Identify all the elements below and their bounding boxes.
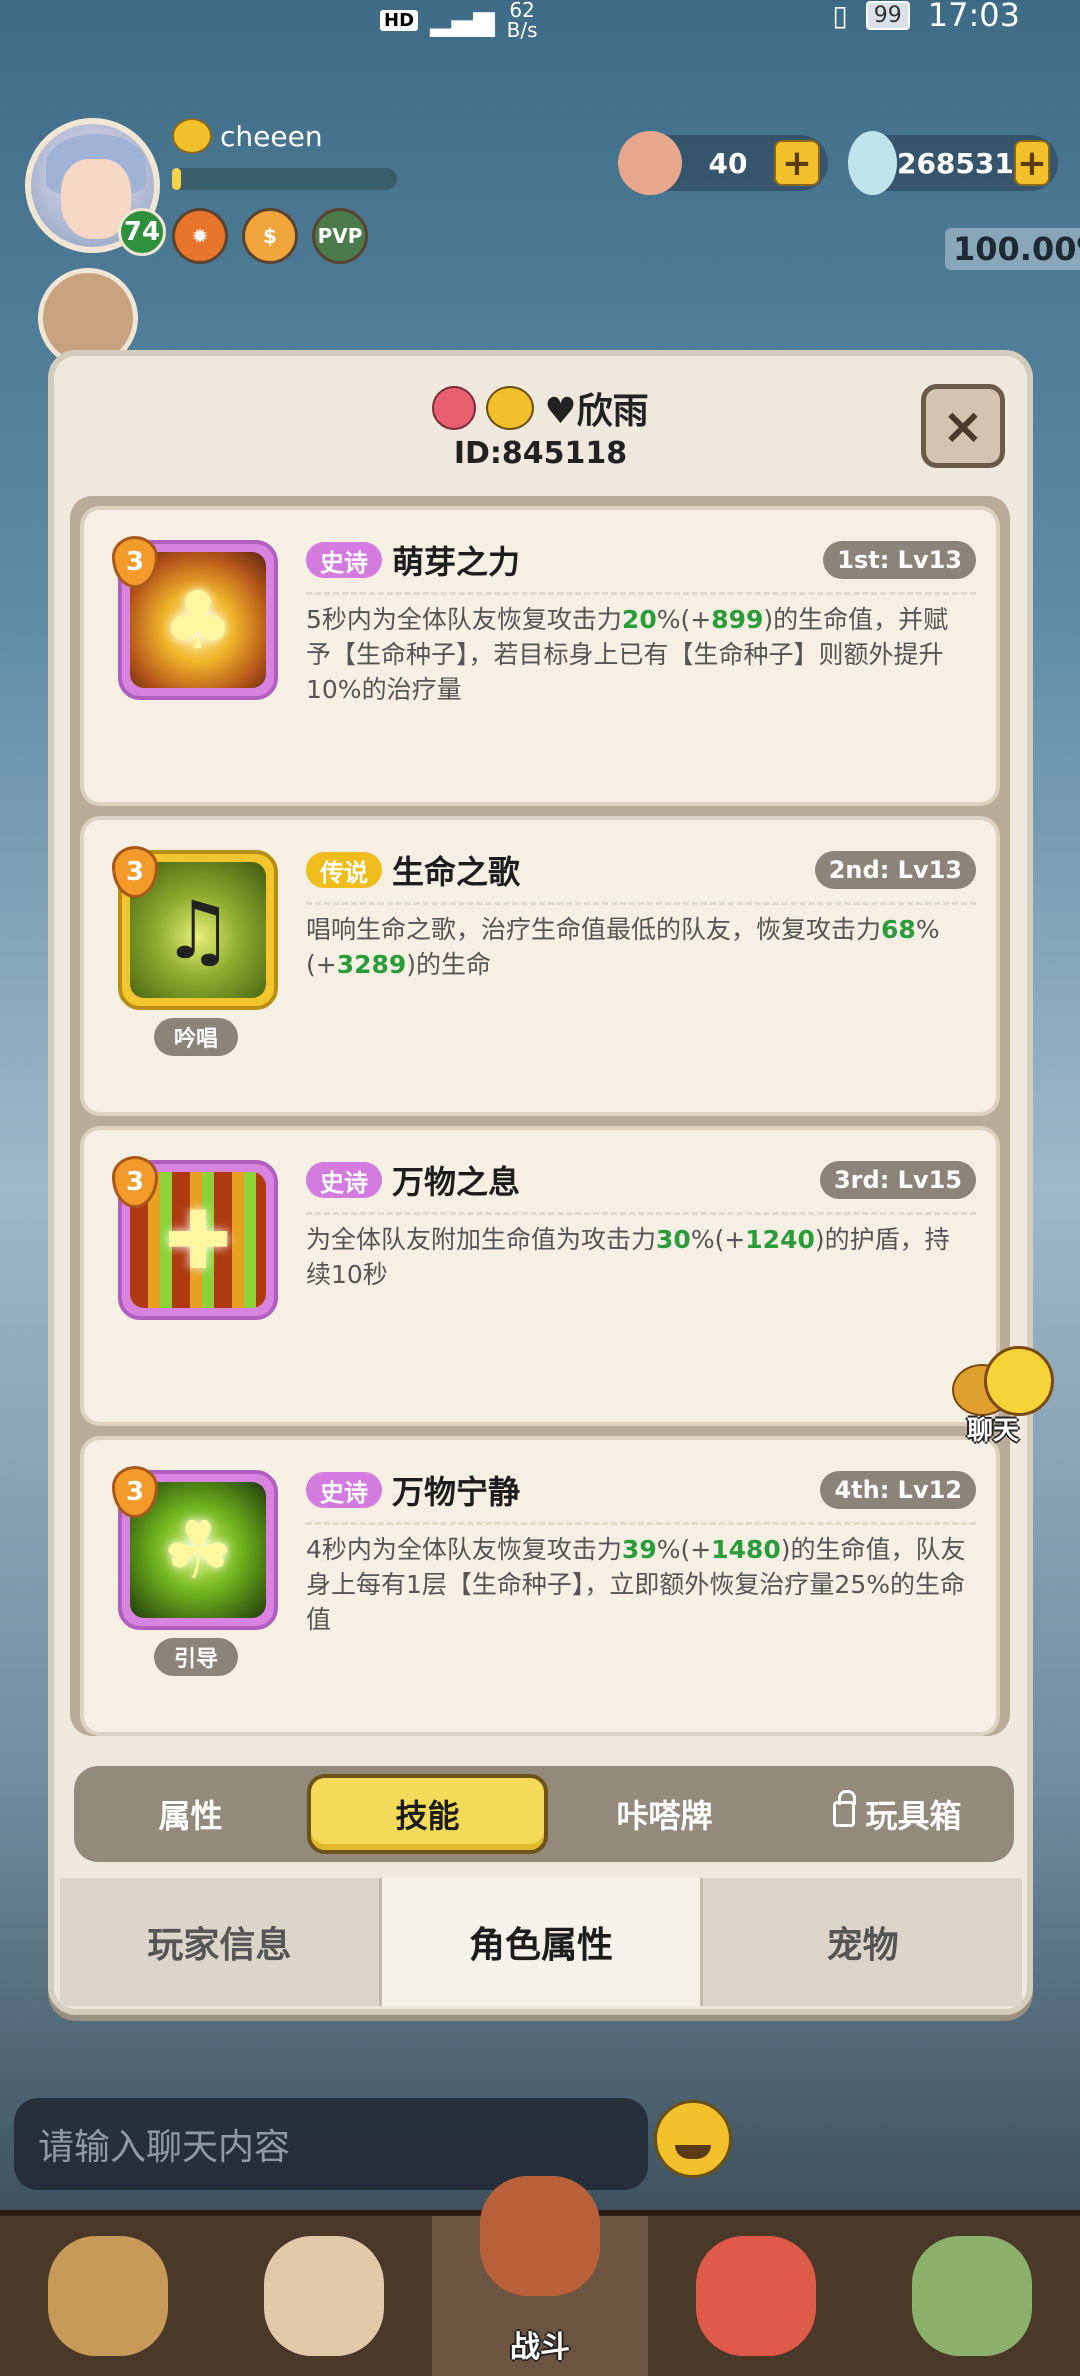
skill-card[interactable]: ♫ 3 吟唱 传说 生命之歌 2nd: Lv13 唱响生命之歌，治疗生命值最低的… [80, 816, 1000, 1116]
status-bar: HD ▂▄▆ 62 B/s ▯ 99 17:03 [0, 0, 1080, 40]
nav-item-character-2[interactable] [216, 2216, 432, 2376]
totem-icon [480, 2176, 600, 2296]
skill-name: 萌芽之力 [392, 543, 521, 581]
coin-icon[interactable]: $ [242, 208, 298, 264]
player-id: ID:845118 [453, 436, 628, 471]
nav-item-battle[interactable]: 战斗 [432, 2176, 648, 2376]
clock: 17:03 [927, 0, 1020, 34]
character-icon [912, 2236, 1032, 2356]
nav-item-character-1[interactable] [0, 2216, 216, 2376]
xp-bar-fill [172, 168, 181, 190]
skill-type-tag: 吟唱 [154, 1018, 238, 1056]
close-button[interactable]: × [921, 384, 1005, 468]
skill-icon-sprout[interactable]: ♣ 3 [112, 536, 278, 700]
profile-section-tabs: 玩家信息 角色属性 宠物 [60, 1878, 1023, 2006]
skill-type-tag: 引导 [154, 1638, 238, 1676]
skill-list[interactable]: ♣ 3 史诗 萌芽之力 1st: Lv13 5秒内为全体队友恢复攻击力20%(+… [70, 496, 1010, 1736]
player-display-name: ♥欣雨 [544, 391, 649, 432]
xp-bar [172, 168, 397, 190]
hd-badge: HD [380, 9, 419, 31]
gem-icon [848, 131, 897, 195]
skill-description: 唱响生命之歌，治疗生命值最低的队友，恢复攻击力68%(+3289)的生命 [306, 915, 940, 979]
divider [306, 902, 976, 905]
battery-indicator: 99 [865, 0, 910, 30]
tab-cards[interactable]: 咔嗒牌 [548, 1774, 781, 1854]
skill-level: 2nd: Lv13 [814, 851, 976, 889]
skill-description: 为全体队友附加生命值为攻击力30%(+1240)的护盾，持续10秒 [306, 1225, 950, 1289]
tab-toybox[interactable]: 玩具箱 [781, 1774, 1014, 1854]
skill-level: 4th: Lv12 [820, 1471, 976, 1509]
rarity-badge: 史诗 [306, 542, 382, 578]
skill-icon-song[interactable]: ♫ 3 [112, 846, 278, 1010]
divider [306, 1522, 976, 1525]
skill-name: 万物之息 [392, 1163, 521, 1201]
character-icon [264, 2236, 384, 2356]
skill-tabs: 属性 技能 咔嗒牌 玩具箱 [74, 1766, 1014, 1862]
gem-currency: 268531 + [848, 131, 1058, 195]
add-shells-button[interactable]: + [774, 140, 820, 186]
dragon-icon [696, 2236, 816, 2356]
rarity-badge: 史诗 [306, 1472, 382, 1508]
player-name: cheeen [220, 119, 323, 153]
tab-player-info[interactable]: 玩家信息 [60, 1878, 382, 2006]
chat-bubble-button[interactable]: 聊天 [952, 1346, 1062, 1446]
emoji-button[interactable] [654, 2100, 732, 2178]
tab-character-attributes[interactable]: 角色属性 [381, 1878, 704, 2006]
modal-header: ♥欣雨 ID:845118 × [54, 356, 1027, 486]
skill-icon-breath[interactable]: ✚ 3 [112, 1156, 278, 1320]
nav-battle-label: 战斗 [510, 2330, 570, 2365]
skill-description: 5秒内为全体队友恢复攻击力20%(+899)的生命值，并赋予【生命种子】，若目标… [306, 605, 949, 704]
hud-icons: ✹ $ PVP [172, 208, 368, 264]
tab-toybox-label: 玩具箱 [865, 1797, 962, 1835]
character-icon [48, 2236, 168, 2356]
vibrate-icon: ▯ [832, 0, 848, 32]
rarity-badge: 传说 [306, 852, 382, 888]
tab-skills[interactable]: 技能 [307, 1774, 548, 1854]
signal-icon: ▂▄▆ [430, 3, 495, 37]
divider [306, 1212, 976, 1215]
skill-description: 4秒内为全体队友恢复攻击力39%(+1480)的生命值，队友身上每有1层【生命种… [306, 1535, 966, 1634]
pvp-icon[interactable]: PVP [312, 208, 368, 264]
divider [306, 592, 976, 595]
skill-name: 生命之歌 [392, 853, 521, 891]
lock-icon [833, 1790, 857, 1827]
tab-pets[interactable]: 宠物 [703, 1878, 1023, 2006]
player-name-row: cheeen [172, 118, 323, 154]
shell-amount: 40 [708, 146, 748, 180]
key-icon [432, 386, 477, 430]
nav-item-character-3[interactable] [648, 2216, 864, 2376]
skill-card[interactable]: ✚ 3 史诗 万物之息 3rd: Lv15 为全体队友附加生命值为攻击力30%(… [80, 1126, 1000, 1426]
skill-header: 史诗 万物之息 3rd: Lv15 [306, 1158, 976, 1202]
skill-level: 1st: Lv13 [823, 541, 976, 579]
skill-header: 史诗 萌芽之力 1st: Lv13 [306, 538, 976, 582]
bottom-nav: 战斗 [0, 2176, 1080, 2376]
rarity-badge: 史诗 [306, 1162, 382, 1198]
gem-amount: 268531 [896, 146, 1014, 180]
skill-name: 万物宁静 [392, 1473, 521, 1511]
skill-icon-serenity[interactable]: ☘ 3 [112, 1466, 278, 1630]
add-gems-button[interactable]: + [1013, 140, 1050, 186]
player-profile-modal: ♥欣雨 ID:845118 × ♣ 3 史诗 萌芽之力 1st: Lv13 5秒… [48, 350, 1054, 2015]
skill-header: 史诗 万物宁静 4th: Lv12 [306, 1468, 976, 1512]
fire-icon[interactable]: ✹ [172, 208, 228, 264]
shell-currency: 40 + [618, 131, 828, 195]
nav-item-character-4[interactable] [864, 2216, 1080, 2376]
emoji-icon [172, 118, 212, 154]
shell-icon [618, 131, 682, 195]
chat-bubble-face-icon [984, 1346, 1054, 1416]
modal-title-row: ♥欣雨 [54, 382, 1027, 434]
emoji-icon [486, 386, 535, 430]
tab-attributes[interactable]: 属性 [74, 1774, 307, 1854]
skill-card[interactable]: ☘ 3 引导 史诗 万物宁静 4th: Lv12 4秒内为全体队友恢复攻击力39… [80, 1436, 1000, 1736]
chat-bubble-label: 聊天 [967, 1416, 1020, 1446]
network-speed: 62 B/s [506, 0, 538, 42]
skill-header: 传说 生命之歌 2nd: Lv13 [306, 848, 976, 892]
skill-level: 3rd: Lv15 [819, 1161, 976, 1199]
progress-percent: 100.00% [945, 228, 1080, 270]
skill-card[interactable]: ♣ 3 史诗 萌芽之力 1st: Lv13 5秒内为全体队友恢复攻击力20%(+… [80, 506, 1000, 806]
player-level-badge: 74 [118, 208, 166, 256]
